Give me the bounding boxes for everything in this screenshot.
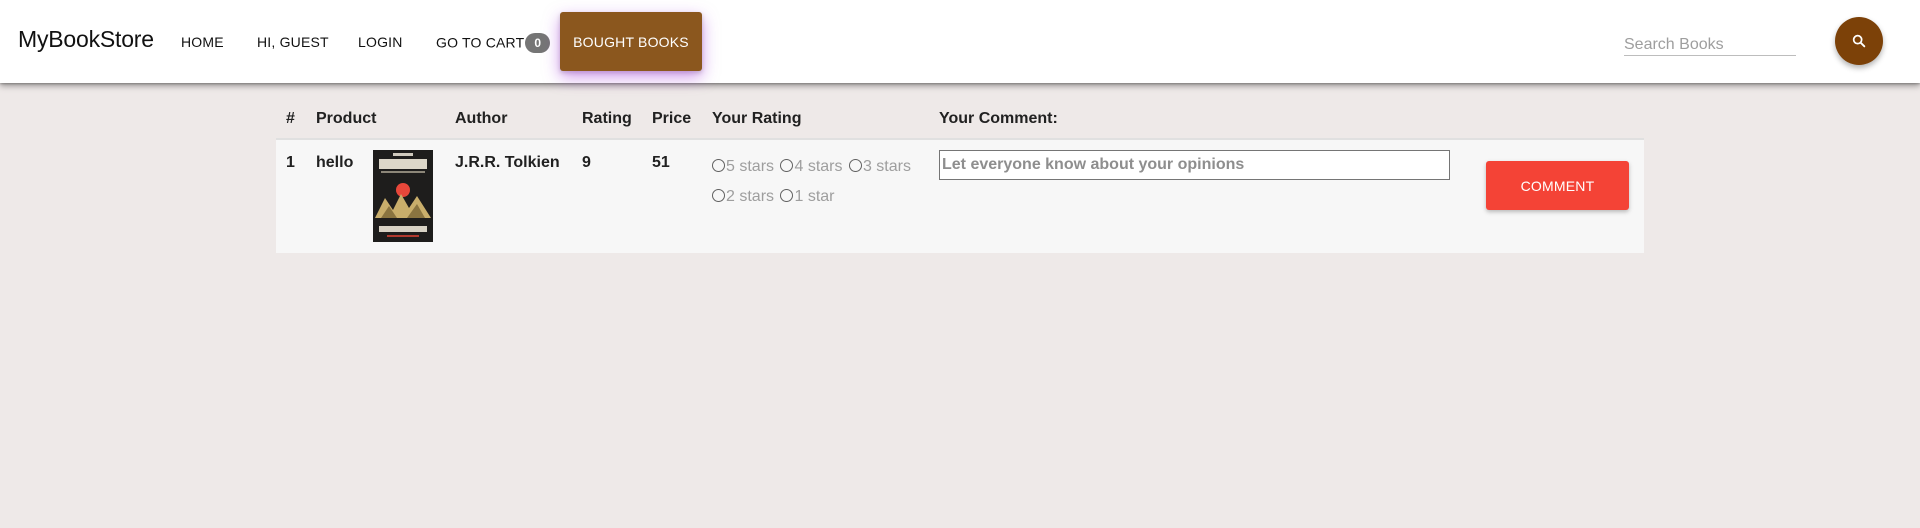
book-rating: 9 [582, 154, 591, 171]
rating-option-label: 2 stars [726, 188, 775, 205]
rating-option-label: 1 star [794, 188, 835, 205]
book-price: 51 [652, 154, 670, 171]
bought-books-table: # Product Author Rating Price Your Ratin… [276, 100, 1644, 253]
header-your-rating: Your Rating [712, 110, 802, 127]
author-name: J.R.R. Tolkien [455, 154, 560, 171]
rating-option-2[interactable]: 2 stars [712, 182, 774, 212]
header-price: Price [652, 110, 692, 127]
comment-button[interactable]: COMMENT [1486, 161, 1629, 210]
nav-cart-label: GO TO CART [436, 34, 525, 51]
table-header: # Product Author Rating Price Your Ratin… [276, 100, 1644, 140]
header-your-comment: Your Comment: [939, 110, 1058, 127]
radio-circle-icon[interactable] [848, 159, 862, 172]
cart-count-badge: 0 [525, 33, 551, 53]
rating-option-label: 5 stars [726, 158, 775, 175]
book-cover-image [373, 150, 433, 242]
bought-books-button[interactable]: BOUGHT BOOKS [560, 12, 702, 71]
search-input[interactable] [1624, 34, 1796, 56]
row-index: 1 [286, 154, 295, 171]
radio-circle-icon[interactable] [780, 189, 794, 202]
rating-option-1[interactable]: 1 star [780, 182, 834, 212]
radio-circle-icon[interactable] [712, 159, 725, 172]
rating-option-4[interactable]: 4 stars [780, 152, 842, 182]
header-rating: Rating [582, 110, 632, 127]
brand-logo[interactable]: MyBookStore [18, 26, 154, 53]
rating-option-label: 4 stars [794, 158, 843, 175]
rating-option-3[interactable]: 3 stars [848, 152, 911, 182]
header-index: # [286, 110, 295, 127]
navbar: MyBookStore HOME HI, GUEST LOGIN GO TO C… [0, 0, 1920, 83]
comment-input[interactable] [939, 150, 1450, 180]
search-field [1624, 34, 1796, 56]
nav-home[interactable]: HOME [181, 34, 224, 50]
table-row: 1 hello J.R.R. Tolkien 9 51 5 stars 4 st… [276, 140, 1644, 253]
your-rating-radio-group: 5 stars 4 stars 3 stars 2 stars 1 star [712, 152, 922, 212]
header-author: Author [455, 110, 508, 127]
product-name: hello [316, 154, 354, 171]
search-button[interactable] [1835, 17, 1883, 65]
radio-circle-icon[interactable] [712, 189, 725, 202]
search-icon [1852, 34, 1866, 48]
nav-login[interactable]: LOGIN [358, 34, 403, 50]
rating-option-label: 3 stars [862, 158, 911, 175]
radio-circle-icon[interactable] [780, 159, 794, 172]
header-product: Product [316, 110, 377, 127]
nav-cart[interactable]: GO TO CART 0 [436, 33, 551, 54]
nav-greeting[interactable]: HI, GUEST [257, 34, 329, 50]
rating-option-5[interactable]: 5 stars [712, 152, 774, 182]
